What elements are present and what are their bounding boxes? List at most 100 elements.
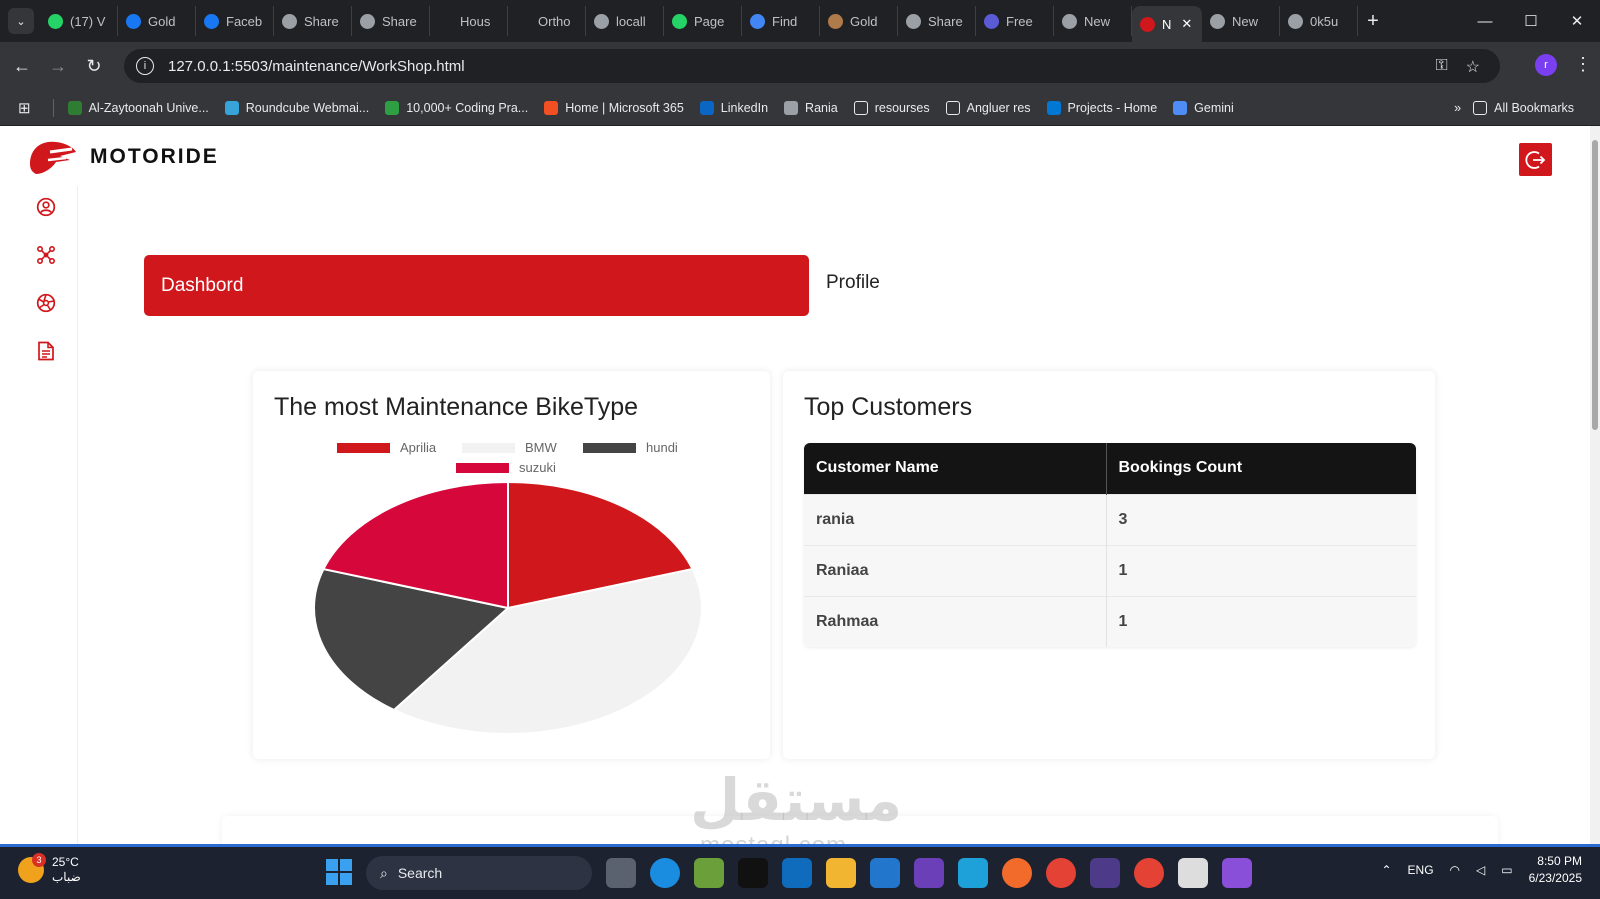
facebook-icon [204,13,219,29]
more-bookmarks-icon[interactable]: » [1454,101,1461,115]
postman-icon[interactable] [1002,858,1032,888]
apps-grid-icon[interactable]: ⊞ [18,99,31,117]
browser-tab[interactable]: (17) V [40,6,118,36]
bookmark-item[interactable]: Rania [784,100,838,115]
tab-label: Hous [460,13,491,29]
edge-icon[interactable] [650,858,680,888]
close-tab-icon[interactable]: ✕ [1181,16,1192,32]
browser-tab[interactable]: Hous [430,6,508,36]
site-info-icon[interactable]: i [136,57,154,75]
bookmark-item[interactable]: Gemini [1173,100,1234,115]
bookmark-label: resourses [874,100,930,115]
tab-search-button[interactable]: ⌄ [8,8,34,34]
bookmark-favicon-icon [544,100,559,115]
tab-label: New [1232,13,1259,29]
browser-tab[interactable]: Share [352,6,430,36]
browser-tab[interactable]: Find [742,6,820,36]
terminal-app-icon[interactable] [1090,858,1120,888]
tray-chevron-icon[interactable]: ⌃ [1381,863,1391,877]
tab-profile[interactable]: Profile [826,272,880,294]
browser-tab[interactable]: Faceb [196,6,274,36]
tab-dashboard[interactable]: Dashbord [144,255,809,316]
browser-tab[interactable]: Page [664,6,742,36]
maximize-icon[interactable]: ☐ [1508,0,1554,42]
snipping-tool-icon[interactable] [1178,858,1208,888]
tab-label: Share [304,13,339,29]
page-scrollbar[interactable] [1590,126,1600,844]
browser-tab-strip: ⌄ (17) V Gold Faceb Share Share Hous Ortho loca… [0,0,1600,42]
bookmark-favicon-icon [224,100,239,115]
legend-item[interactable]: hundi [583,440,678,455]
tab-label: Gold [850,13,878,29]
brand-logo[interactable]: MOTORIDE [26,136,219,178]
start-button[interactable] [326,859,352,885]
key-icon[interactable]: ⚿ [1435,57,1447,77]
language-indicator[interactable]: ENG [1408,863,1434,877]
is-icon [516,13,531,29]
terminal-icon[interactable] [738,858,768,888]
browser-tab[interactable]: Free [976,6,1054,36]
all-bookmarks-folder[interactable]: All Bookmarks [1473,101,1574,115]
column-customer-name: Customer Name [804,443,1106,494]
taskbar-search[interactable]: ⌕ Search [366,856,592,890]
minimize-icon[interactable]: — [1462,0,1508,42]
browser-tab[interactable]: Share [274,6,352,36]
logout-button[interactable] [1519,143,1552,176]
chrome-icon[interactable] [1046,858,1076,888]
browser-tab[interactable]: N ✕ [1132,6,1202,42]
web-page: MOTORIDE Dashbord Profile The most Maint… [0,126,1590,844]
browser-menu-icon[interactable]: ⋮ [1574,54,1592,75]
bookmark-item[interactable]: Roundcube Webmai... [224,100,369,115]
weather-widget[interactable]: 3 25°C ضباب [18,853,81,885]
bookmark-item[interactable]: 10,000+ Coding Pra... [385,100,528,115]
forward-icon[interactable]: → [40,56,76,77]
browser-tab[interactable]: Share [898,6,976,36]
video-editor-icon[interactable] [1222,858,1252,888]
document-icon[interactable] [35,340,57,362]
app-icon[interactable] [694,858,724,888]
clock[interactable]: 8:50 PM 6/23/2025 [1529,853,1582,887]
browser-tab[interactable]: New [1054,6,1132,36]
bookmark-star-icon[interactable]: ☆ [1466,57,1480,77]
brand-name: MOTORIDE [90,145,219,168]
bookmark-item[interactable]: LinkedIn [699,100,768,115]
wheel-icon[interactable] [35,292,57,314]
wifi-icon[interactable]: ◠ [1450,863,1460,877]
browser-tab[interactable]: Gold [820,6,898,36]
browser-tab[interactable]: New [1202,6,1280,36]
outlook-icon[interactable] [782,858,812,888]
bookmark-item[interactable]: Al-Zaytoonah Unive... [67,100,209,115]
back-icon[interactable]: ← [4,56,40,77]
address-bar[interactable]: i 127.0.0.1:5503/maintenance/WorkShop.ht… [124,49,1500,83]
tab-label: Ortho [538,13,571,29]
chrome-icon[interactable] [1134,858,1164,888]
bookmark-item[interactable]: Home | Microsoft 365 [544,100,684,115]
new-tab-icon[interactable]: + [1358,10,1388,33]
legend-item[interactable]: suzuki [456,460,556,475]
scrollbar-thumb[interactable] [1592,140,1598,430]
close-window-icon[interactable]: ✕ [1554,0,1600,42]
bookmark-item[interactable]: Angluer res [945,100,1031,115]
bookmark-favicon-icon [1046,100,1061,115]
battery-icon[interactable]: ▭ [1501,863,1512,877]
globe-icon [360,13,375,29]
browser-tab[interactable]: locall [586,6,664,36]
legend-item[interactable]: BMW [462,440,557,455]
browser-tab[interactable]: 0k5u [1280,6,1358,36]
reload-icon[interactable]: ↻ [76,56,112,77]
file-explorer-icon[interactable] [826,858,856,888]
task-view-icon[interactable] [606,858,636,888]
service-icon[interactable] [35,244,57,266]
vscode-icon[interactable] [870,858,900,888]
legend-item[interactable]: Aprilia [337,440,436,455]
volume-icon[interactable]: ◁ [1476,863,1485,877]
globe-icon [594,13,609,29]
browser-tab[interactable]: Gold [118,6,196,36]
bookmark-item[interactable]: Projects - Home [1046,100,1157,115]
remote-desktop-icon[interactable] [958,858,988,888]
bookmark-item[interactable]: resourses [853,100,930,115]
user-circle-icon[interactable] [35,196,57,218]
browser-tab[interactable]: Ortho [508,6,586,36]
profile-avatar[interactable]: r [1535,54,1557,76]
visual-studio-icon[interactable] [914,858,944,888]
